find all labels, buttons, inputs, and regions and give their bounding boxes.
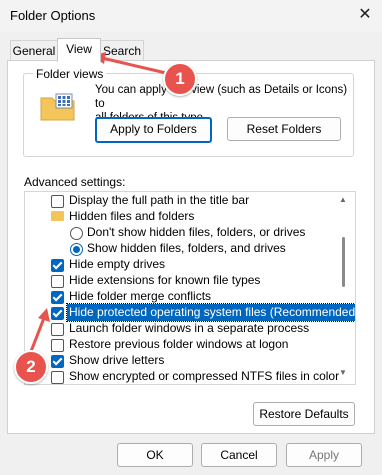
- tab-view-label: View: [66, 42, 92, 56]
- annotation-arrow-2-head: [38, 308, 50, 322]
- tab-view[interactable]: View: [57, 38, 101, 62]
- annotation-badge-1: 1: [163, 62, 197, 96]
- annotation-arrow-1-line: [101, 56, 167, 75]
- annotation-arrow-2-line: [28, 317, 46, 355]
- annotation-badge-2: 2: [14, 350, 48, 384]
